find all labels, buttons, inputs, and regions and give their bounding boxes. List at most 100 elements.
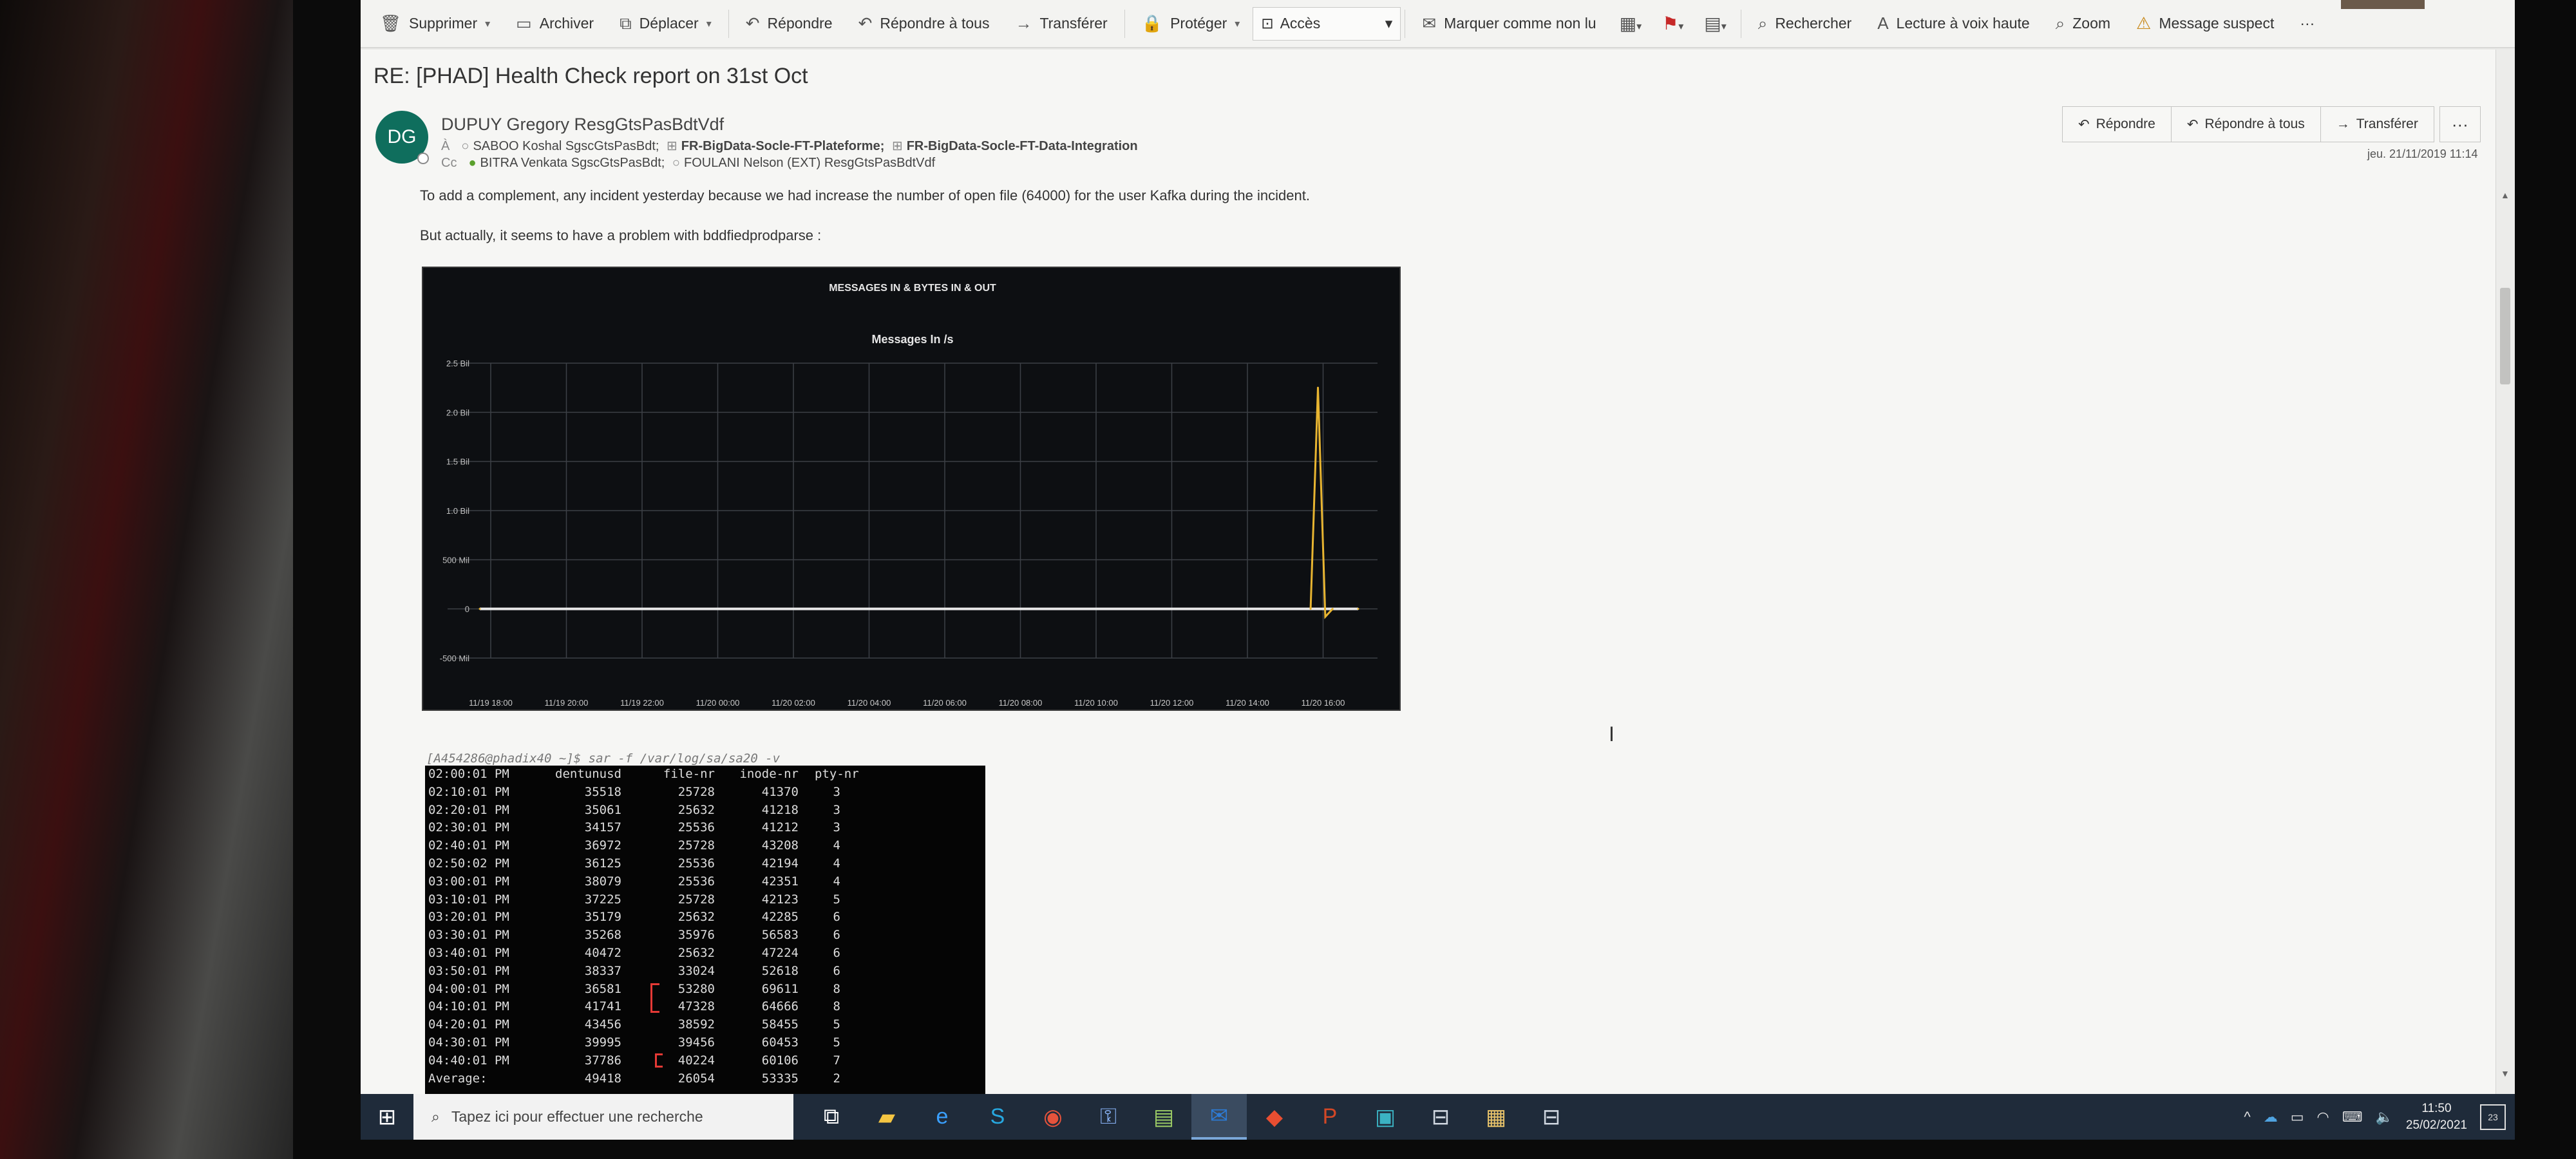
- reply-button[interactable]: ↶ Répondre: [733, 5, 846, 43]
- taskbar-app-task-view[interactable]: ⧉: [804, 1094, 859, 1140]
- taskbar-app-chrome[interactable]: ◉: [1025, 1094, 1081, 1140]
- taskbar-app-file-explorer[interactable]: ▰: [859, 1094, 914, 1140]
- wifi-icon[interactable]: ◠: [2317, 1109, 2329, 1126]
- taskbar-app-skype[interactable]: S: [970, 1094, 1025, 1140]
- taskbar-app-remote-desktop-2[interactable]: ⊟: [1524, 1094, 1579, 1140]
- scroll-up-icon[interactable]: ▲: [2501, 190, 2510, 200]
- x-tick-label: 11/20 06:00: [923, 698, 967, 708]
- taskbar-app-edge[interactable]: e: [914, 1094, 970, 1140]
- taskbar-app-keepass[interactable]: ⚿: [1081, 1094, 1136, 1140]
- value-cell: 42194: [761, 856, 799, 871]
- expand-group-icon[interactable]: ⊞: [892, 139, 903, 153]
- categorize-button[interactable]: ▦▾: [1609, 13, 1653, 34]
- value-cell: pty-nr: [815, 767, 859, 781]
- sender-name[interactable]: DUPUY Gregory ResgGtsPasBdtVdf: [441, 115, 724, 135]
- value-cell: 43456: [584, 1017, 621, 1032]
- reply-all-icon: ↶: [858, 14, 873, 33]
- recipient-group[interactable]: FR-BigData-Socle-FT-Plateforme;: [681, 139, 885, 153]
- taskbar-app-folder-app[interactable]: ▦: [1468, 1094, 1524, 1140]
- taskbar-app-powerpoint[interactable]: P: [1302, 1094, 1358, 1140]
- terminal-row: 04:00:01 PM 36581 53280 69611 8: [425, 981, 985, 1013]
- data-point: [1316, 386, 1319, 389]
- archive-button[interactable]: ▭ Archiver: [503, 5, 607, 43]
- scroll-down-icon[interactable]: ▼: [2501, 1068, 2510, 1079]
- access-combo[interactable]: ⊡ Accès ▾: [1253, 6, 1401, 41]
- taskbar-app-outlook[interactable]: ✉: [1191, 1094, 1247, 1140]
- search-button[interactable]: ⌕ Rechercher: [1745, 5, 1864, 43]
- policy-button[interactable]: ▤▾: [1694, 13, 1737, 34]
- powerpoint-icon: P: [1322, 1104, 1338, 1129]
- value-cell: 38592: [677, 1017, 715, 1032]
- x-tick-label: 11/20 02:00: [772, 698, 815, 708]
- search-icon: ⌕: [431, 1108, 440, 1125]
- time-cell: 02:30:01 PM: [428, 820, 509, 835]
- taskbar-search[interactable]: ⌕ Tapez ici pour effectuer une recherche: [413, 1094, 793, 1140]
- value-cell: 36972: [584, 838, 621, 853]
- chevron-up-icon[interactable]: ^: [2244, 1109, 2250, 1126]
- more-actions-button[interactable]: ···: [2439, 106, 2481, 142]
- expand-group-icon[interactable]: ⊞: [667, 139, 677, 153]
- terminal-row: 02:40:01 PM 36972 25728 43208 4: [425, 837, 985, 855]
- mark-unread-button[interactable]: ✉ Marquer comme non lu: [1409, 5, 1609, 43]
- volume-icon[interactable]: 🔈: [2376, 1109, 2393, 1126]
- taskbar-app-notepad[interactable]: ▤: [1136, 1094, 1191, 1140]
- windows-logo-icon: ⊞: [377, 1104, 397, 1129]
- reply-button[interactable]: ↶ Répondre: [2062, 106, 2172, 142]
- time-cell: 03:40:01 PM: [428, 945, 509, 960]
- y-tick-label: 500 Mil: [442, 555, 469, 565]
- vertical-scrollbar[interactable]: ▲ ▼: [2496, 50, 2515, 1094]
- scrollbar-thumb[interactable]: [2500, 288, 2510, 384]
- body-paragraph: But actually, it seems to have a problem…: [420, 227, 822, 243]
- value-cell: 4: [833, 838, 840, 853]
- taskbar-app-git[interactable]: ◆: [1247, 1094, 1302, 1140]
- more-options-button[interactable]: ···: [2287, 5, 2327, 43]
- edge-icon: e: [936, 1104, 949, 1129]
- value-cell: 56583: [761, 928, 799, 943]
- y-tick-label: -500 Mil: [440, 654, 469, 663]
- red-highlight-mark: [655, 1053, 663, 1068]
- time-cell: 03:10:01 PM: [428, 892, 509, 907]
- value-cell: 5: [833, 892, 840, 907]
- protect-button[interactable]: 🔒 Protéger ▾: [1129, 5, 1253, 43]
- clock[interactable]: 11:50 25/02/2021: [2406, 1100, 2467, 1134]
- chevron-down-icon: ▾: [485, 18, 491, 30]
- forward-button[interactable]: → Transférer: [2320, 106, 2434, 142]
- taskbar-app-app[interactable]: ▣: [1358, 1094, 1413, 1140]
- ribbon-divider: [728, 9, 729, 38]
- value-cell: 41218: [761, 802, 799, 817]
- value-cell: 43208: [761, 838, 799, 853]
- recipient-group[interactable]: FR-BigData-Socle-FT-Data-Integration: [907, 139, 1138, 153]
- report-message-button[interactable]: ⚠ Message suspect: [2123, 5, 2287, 43]
- onedrive-icon[interactable]: ☁: [2264, 1109, 2278, 1126]
- mark-unread-icon: ✉: [1422, 14, 1437, 33]
- reply-all-button[interactable]: ↶ Répondre à tous: [846, 5, 1003, 43]
- x-tick-label: 11/20 00:00: [696, 698, 740, 708]
- keyboard-icon[interactable]: ⌨: [2342, 1109, 2363, 1126]
- taskbar-app-remote-desktop[interactable]: ⊟: [1413, 1094, 1468, 1140]
- battery-icon[interactable]: ▭: [2291, 1109, 2304, 1126]
- value-cell: 3: [833, 802, 840, 817]
- value-cell: 3: [833, 820, 840, 835]
- presence-dot-icon: ○: [461, 139, 469, 153]
- reply-all-button[interactable]: ↶ Répondre à tous: [2170, 106, 2321, 142]
- move-button[interactable]: ⧉ Déplacer ▾: [607, 5, 724, 43]
- terminal-output: 02:00:01 PM dentunusd file-nr inode-nr pty-n…: [425, 766, 985, 1094]
- value-cell: 42285: [761, 910, 799, 925]
- recipient[interactable]: BITRA Venkata SgscGtsPasBdt;: [480, 156, 665, 170]
- value-cell: 34157: [584, 820, 621, 835]
- message-subject: RE: [PHAD] Health Check report on 31st O…: [374, 64, 808, 88]
- forward-button[interactable]: → Transférer: [1002, 5, 1120, 43]
- notification-center-button[interactable]: 23: [2480, 1104, 2506, 1130]
- recipient[interactable]: SABOO Koshal SgscGtsPasBdt;: [473, 139, 659, 153]
- terminal-row: 03:20:01 PM 35179 25632 42285 6: [425, 909, 985, 927]
- recipient[interactable]: FOULANI Nelson (EXT) ResgGtsPasBdtVdf: [684, 156, 935, 170]
- time-cell: 03:00:01 PM: [428, 874, 509, 889]
- read-aloud-button[interactable]: A Lecture à voix haute: [1864, 5, 2042, 43]
- messages-chart: MESSAGES IN & BYTES IN & OUT Messages In…: [422, 267, 1401, 711]
- flag-button[interactable]: ⚑▾: [1652, 13, 1694, 34]
- delete-button[interactable]: 🗑 Supprimer ▾: [367, 5, 503, 43]
- ibeam-cursor-icon: Ι: [1609, 722, 1615, 746]
- start-button[interactable]: ⊞: [361, 1094, 413, 1140]
- archive-icon: ▭: [516, 14, 532, 33]
- zoom-button[interactable]: ⌕ Zoom: [2043, 5, 2123, 43]
